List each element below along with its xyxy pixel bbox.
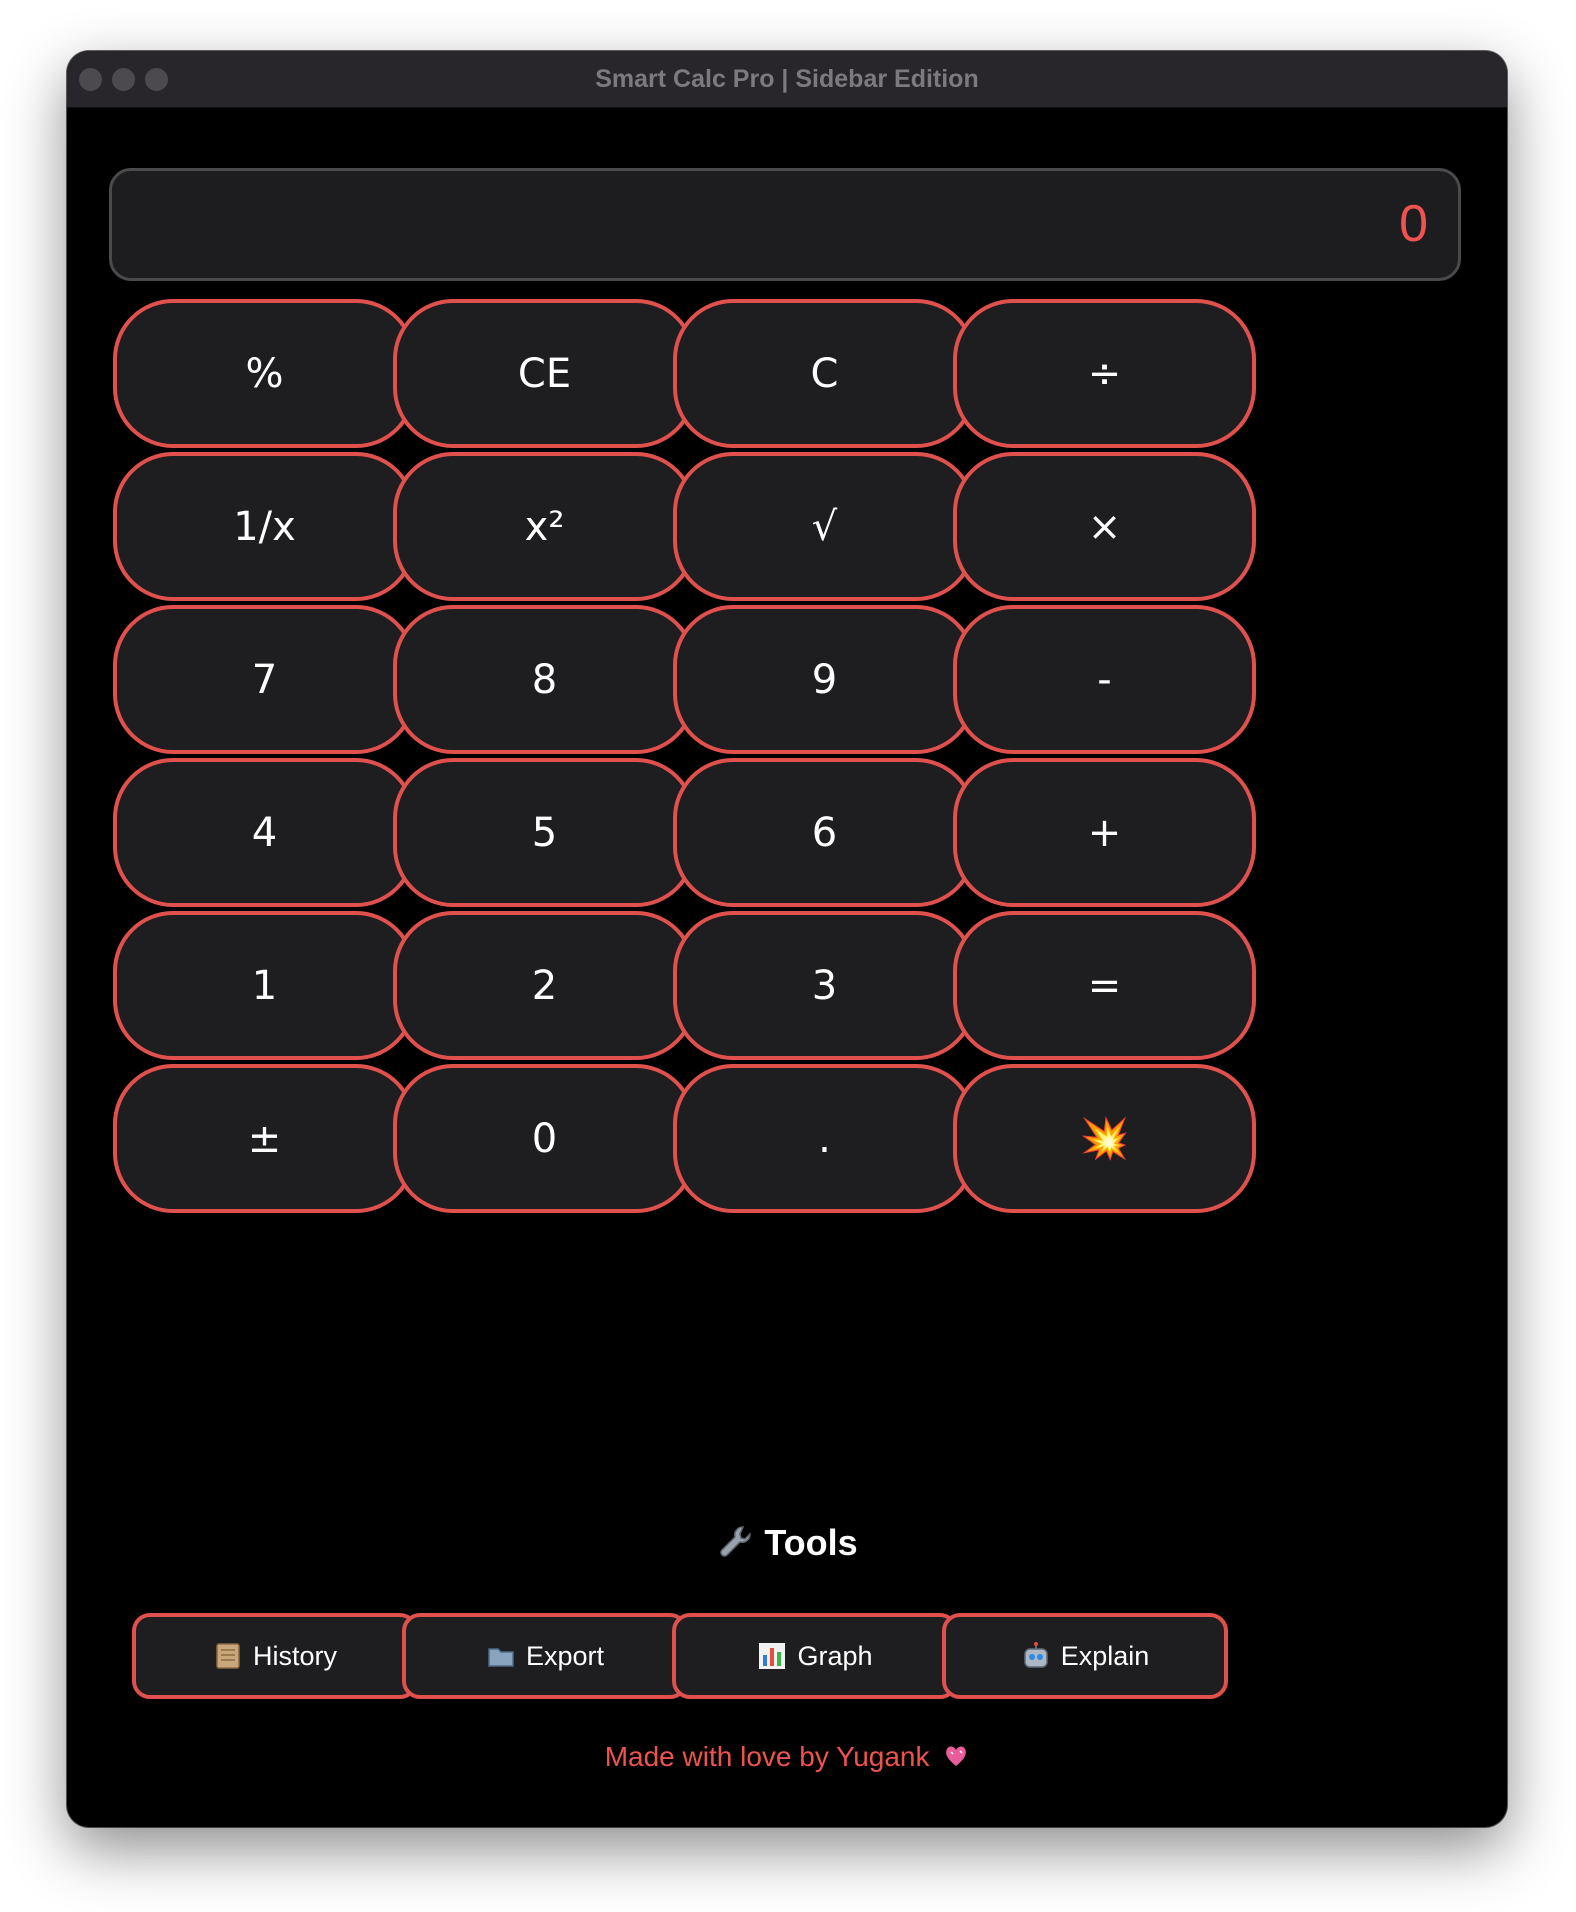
display-value: 0 [1399, 195, 1428, 253]
history-button-label: History [252, 1640, 337, 1671]
digit-1-key[interactable]: 1 [113, 911, 416, 1060]
digit-9-key[interactable]: 9 [673, 605, 976, 754]
divide-key[interactable]: ÷ [953, 299, 1256, 448]
footer-text: Made with love by Yugank [604, 1741, 930, 1772]
digit-6-key[interactable]: 6 [673, 758, 976, 907]
scroll-icon [216, 1643, 240, 1669]
clear-entry-key[interactable]: CE [393, 299, 696, 448]
multiply-key[interactable]: × [953, 452, 1256, 601]
wrench-icon [720, 1526, 752, 1557]
explosion-key[interactable]: 💥 [953, 1064, 1256, 1213]
explain-button-label: Explain [1060, 1640, 1150, 1671]
add-key[interactable]: + [953, 758, 1256, 907]
calculator-window: Smart Calc Pro | Sidebar Edition 0 % CE C ÷… [67, 51, 1507, 1827]
folder-icon [488, 1648, 514, 1667]
square-root-key[interactable]: √ [673, 452, 976, 601]
reciprocal-key[interactable]: 1/x [113, 452, 416, 601]
digit-3-key[interactable]: 3 [673, 911, 976, 1060]
digit-5-key[interactable]: 5 [393, 758, 696, 907]
square-key[interactable]: x² [393, 452, 696, 601]
export-button-label: Export [525, 1640, 605, 1671]
tools-heading-label: Tools [764, 1522, 858, 1563]
heart-icon [946, 1746, 967, 1766]
digit-7-key[interactable]: 7 [113, 605, 416, 754]
equals-key[interactable]: = [953, 911, 1256, 1060]
footer: Made with love by Yugank [67, 1741, 1507, 1773]
history-button[interactable]: History [132, 1613, 418, 1699]
result-display: 0 [109, 168, 1461, 281]
graph-button[interactable]: Graph [672, 1613, 958, 1699]
title-bar[interactable]: Smart Calc Pro | Sidebar Edition [67, 51, 1507, 108]
digit-0-key[interactable]: 0 [393, 1064, 696, 1213]
tools-heading: Tools [67, 1521, 1507, 1564]
clear-key[interactable]: C [673, 299, 976, 448]
decimal-point-key[interactable]: . [673, 1064, 976, 1213]
window-title: Smart Calc Pro | Sidebar Edition [595, 65, 979, 93]
digit-2-key[interactable]: 2 [393, 911, 696, 1060]
bar-chart-icon [759, 1643, 786, 1669]
toggle-sign-key[interactable]: ± [113, 1064, 416, 1213]
subtract-key[interactable]: - [953, 605, 1256, 754]
graph-button-label: Graph [797, 1640, 873, 1671]
digit-4-key[interactable]: 4 [113, 758, 416, 907]
robot-icon [1023, 1642, 1048, 1668]
export-button[interactable]: Export [402, 1613, 688, 1699]
explain-button[interactable]: Explain [942, 1613, 1228, 1699]
digit-8-key[interactable]: 8 [393, 605, 696, 754]
percent-key[interactable]: % [113, 299, 416, 448]
